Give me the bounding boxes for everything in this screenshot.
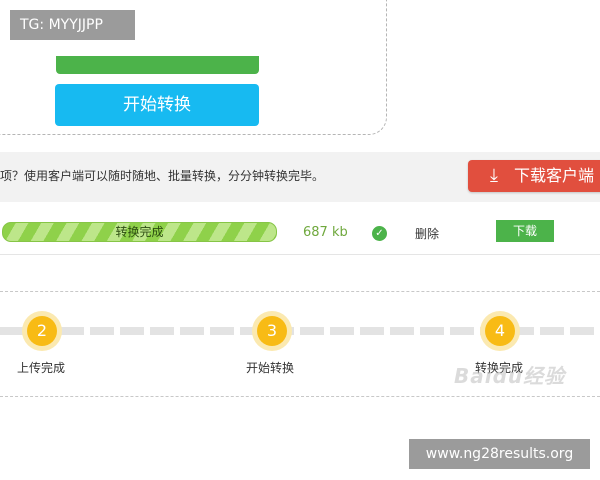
baidu-watermark: Baidu经验	[454, 364, 566, 388]
file-row: 转换完成 687 kb ✓ 删除 下载	[0, 208, 600, 255]
divider	[0, 396, 600, 397]
file-size: 687 kb	[303, 225, 348, 240]
progress-label: 转换完成	[115, 225, 164, 239]
download-arrow-icon: ⤓	[490, 165, 498, 186]
step-label-start-conversion: 开始转换	[246, 361, 295, 375]
download-client-button[interactable]: ⤓ 下载客户端	[468, 160, 600, 192]
delete-link[interactable]: 删除	[415, 225, 439, 242]
step-label-upload-complete: 上传完成	[17, 361, 66, 375]
step-circle-4: 4	[485, 316, 515, 346]
tg-label-badge: TG: MYYJJPP	[10, 10, 135, 40]
download-client-label: 下载客户端	[514, 166, 595, 185]
step-circle-2: 2	[27, 316, 57, 346]
info-bar: 项？使用客户端可以随时随地、批量转换，分分钟转换完毕。 ⤓ 下载客户端	[0, 152, 600, 202]
start-conversion-button[interactable]: 开始转换	[55, 84, 259, 126]
conversion-progress-bar: 转换完成	[2, 222, 277, 242]
check-icon: ✓	[372, 226, 387, 241]
download-button[interactable]: 下载	[496, 220, 554, 242]
step-circle-3: 3	[257, 316, 287, 346]
site-url-badge: www.ng28results.org	[409, 439, 590, 469]
upload-button[interactable]	[56, 56, 259, 74]
divider	[0, 291, 600, 292]
info-text: 项？使用客户端可以随时随地、批量转换，分分钟转换完毕。	[0, 169, 325, 183]
